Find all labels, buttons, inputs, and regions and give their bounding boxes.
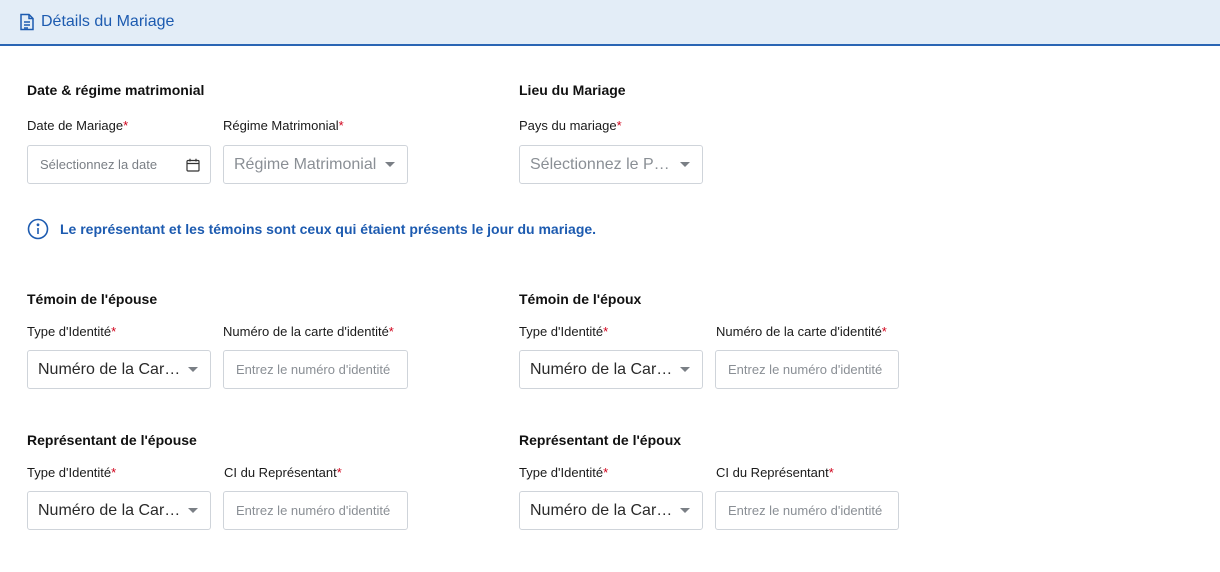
info-icon (27, 218, 49, 240)
date-regime-title: Date & régime matrimonial (27, 82, 205, 98)
date-mariage-label: Date de Mariage* (27, 118, 129, 133)
pays-select[interactable]: Sélectionnez le Pays (519, 145, 703, 184)
chevron-down-icon (680, 367, 690, 372)
info-text: Le représentant et les témoins sont ceux… (60, 221, 597, 237)
representant-epoux-ci-field[interactable] (715, 491, 899, 530)
temoin-epoux-num-field[interactable] (715, 350, 899, 389)
temoin-epoux-title: Témoin de l'époux (519, 291, 642, 307)
representant-epoux-type-value: Numéro de la Carte d'Identité (530, 501, 674, 519)
regime-label: Régime Matrimonial* (223, 118, 344, 133)
temoin-epoux-type-label: Type d'Identité* (519, 324, 609, 339)
temoin-epoux-type-select[interactable]: Numéro de la Carte d'Identité (519, 350, 703, 389)
lieu-mariage-title: Lieu du Mariage (519, 82, 626, 98)
temoin-epouse-type-select[interactable]: Numéro de la Carte d'Identité (27, 350, 211, 389)
temoin-epoux-num-label: Numéro de la carte d'identité* (716, 324, 887, 339)
representant-epouse-type-select[interactable]: Numéro de la Carte d'Identité (27, 491, 211, 530)
info-notice: Le représentant et les témoins sont ceux… (27, 218, 596, 240)
representant-epoux-type-label: Type d'Identité* (519, 465, 609, 480)
representant-epouse-type-label: Type d'Identité* (27, 465, 117, 480)
temoin-epouse-num-label: Numéro de la carte d'identité* (223, 324, 394, 339)
date-placeholder: Sélectionnez la date (40, 157, 158, 172)
representant-epoux-title: Représentant de l'époux (519, 432, 682, 448)
temoin-epoux-type-value: Numéro de la Carte d'Identité (530, 360, 674, 378)
temoin-epouse-type-value: Numéro de la Carte d'Identité (38, 360, 182, 378)
regime-select-value: Régime Matrimonial (234, 155, 377, 173)
section-header: Détails du Mariage (0, 0, 1220, 46)
representant-epouse-ci-input[interactable] (224, 503, 407, 518)
representant-epouse-type-value: Numéro de la Carte d'Identité (38, 501, 182, 519)
chevron-down-icon (680, 162, 690, 167)
chevron-down-icon (680, 508, 690, 513)
date-mariage-picker[interactable]: Sélectionnez la date (27, 145, 211, 184)
calendar-icon[interactable] (186, 158, 200, 172)
regime-select[interactable]: Régime Matrimonial (223, 145, 408, 184)
representant-epouse-title: Représentant de l'épouse (27, 432, 197, 448)
representant-epoux-type-select[interactable]: Numéro de la Carte d'Identité (519, 491, 703, 530)
temoin-epoux-num-input[interactable] (716, 362, 898, 377)
representant-epoux-ci-input[interactable] (716, 503, 898, 518)
chevron-down-icon (188, 367, 198, 372)
chevron-down-icon (188, 508, 198, 513)
pays-label: Pays du mariage* (519, 118, 622, 133)
chevron-down-icon (385, 162, 395, 167)
temoin-epouse-type-label: Type d'Identité* (27, 324, 117, 339)
document-icon (19, 13, 35, 31)
representant-epouse-ci-label: CI du Représentant* (224, 465, 342, 480)
representant-epouse-ci-field[interactable] (223, 491, 408, 530)
page-title: Détails du Mariage (41, 13, 175, 30)
temoin-epouse-num-field[interactable] (223, 350, 408, 389)
temoin-epouse-num-input[interactable] (224, 362, 407, 377)
pays-select-value: Sélectionnez le Pays (530, 155, 674, 173)
temoin-epouse-title: Témoin de l'épouse (27, 291, 158, 307)
representant-epoux-ci-label: CI du Représentant* (716, 465, 834, 480)
